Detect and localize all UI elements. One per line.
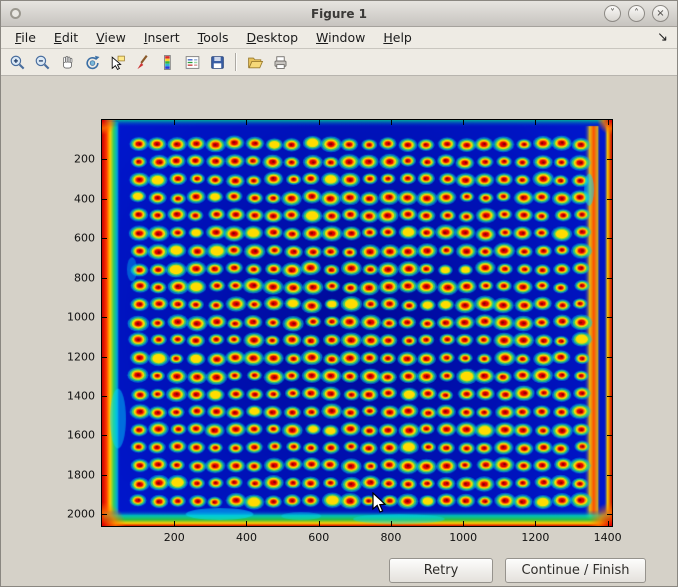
maximize-button[interactable]: ˄ [628, 5, 645, 22]
zoom-in-button[interactable] [5, 51, 29, 74]
x-tick-label: 600 [308, 531, 329, 544]
rotate-3d-icon [84, 54, 101, 71]
data-cursor-button[interactable] [105, 51, 129, 74]
x-tick-mark [174, 120, 175, 125]
figure-canvas-area: 200 400 600 800 1000 1200 1400 200 400 600 800 1000… [1, 77, 677, 586]
y-tick-mark [102, 199, 107, 200]
x-tick-mark [174, 521, 175, 526]
menu-file[interactable]: File [6, 28, 45, 47]
figure-window: Figure 1 ˅ ˄ × File Edit View Insert Too… [0, 0, 678, 587]
pan-hand-icon [59, 54, 76, 71]
x-tick-mark [319, 120, 320, 125]
window-menu-icon[interactable] [10, 8, 21, 19]
x-tick-mark [463, 521, 464, 526]
shade-button[interactable]: ˅ [604, 5, 621, 22]
x-tick-label: 800 [380, 531, 401, 544]
y-tick-mark [102, 514, 107, 515]
y-tick-label: 1600 [67, 429, 95, 442]
menu-desktop[interactable]: Desktop [237, 28, 307, 47]
x-tick-mark [319, 521, 320, 526]
brush-button[interactable] [130, 51, 154, 74]
y-tick-mark [607, 396, 612, 397]
insert-legend-button[interactable] [180, 51, 204, 74]
rotate-3d-button[interactable] [80, 51, 104, 74]
retry-button[interactable]: Retry [389, 558, 493, 583]
x-tick-mark [391, 120, 392, 125]
open-folder-icon [247, 54, 264, 71]
y-tick-label: 1200 [67, 350, 95, 363]
zoom-in-icon [9, 54, 26, 71]
print-figure-button[interactable] [268, 51, 292, 74]
continue-finish-button[interactable]: Continue / Finish [505, 558, 646, 583]
x-tick-mark [391, 521, 392, 526]
plot-axes[interactable]: 2004006008001000120014002004006008001000… [101, 119, 613, 527]
x-tick-mark [246, 120, 247, 125]
dock-arrow-icon[interactable]: ↘ [657, 30, 677, 45]
colorbar-icon [159, 54, 176, 71]
menu-insert[interactable]: Insert [135, 28, 189, 47]
window-title: Figure 1 [1, 7, 677, 21]
close-button[interactable]: × [652, 5, 669, 22]
y-tick-mark [607, 159, 612, 160]
x-tick-label: 1200 [521, 531, 549, 544]
titlebar[interactable]: Figure 1 ˅ ˄ × [1, 1, 677, 27]
x-tick-label: 400 [236, 531, 257, 544]
menu-window[interactable]: Window [307, 28, 374, 47]
microarray-image[interactable] [102, 120, 612, 526]
menu-help[interactable]: Help [374, 28, 421, 47]
y-tick-mark [607, 475, 612, 476]
x-tick-mark [463, 120, 464, 125]
y-tick-mark [607, 238, 612, 239]
y-tick-mark [102, 159, 107, 160]
y-tick-mark [102, 238, 107, 239]
y-tick-label: 600 [74, 232, 95, 245]
menu-view[interactable]: View [87, 28, 135, 47]
menubar: File Edit View Insert Tools Desktop Wind… [1, 27, 677, 49]
y-tick-mark [607, 514, 612, 515]
y-tick-mark [102, 278, 107, 279]
zoom-out-icon [34, 54, 51, 71]
y-tick-mark [102, 435, 107, 436]
insert-colorbar-button[interactable] [155, 51, 179, 74]
y-tick-mark [102, 475, 107, 476]
y-tick-mark [607, 199, 612, 200]
x-tick-label: 200 [164, 531, 185, 544]
data-cursor-icon [109, 54, 126, 71]
printer-icon [272, 54, 289, 71]
x-tick-mark [246, 521, 247, 526]
x-tick-mark [535, 120, 536, 125]
y-tick-mark [607, 435, 612, 436]
brush-icon [134, 54, 151, 71]
y-tick-mark [607, 317, 612, 318]
x-tick-mark [535, 521, 536, 526]
y-tick-label: 800 [74, 271, 95, 284]
x-tick-mark [608, 120, 609, 125]
menu-tools[interactable]: Tools [189, 28, 238, 47]
menu-edit[interactable]: Edit [45, 28, 87, 47]
y-tick-label: 400 [74, 192, 95, 205]
y-tick-label: 2000 [67, 508, 95, 521]
save-icon [209, 54, 226, 71]
open-file-button[interactable] [243, 51, 267, 74]
x-tick-label: 1000 [449, 531, 477, 544]
y-tick-label: 200 [74, 153, 95, 166]
y-tick-label: 1000 [67, 311, 95, 324]
y-tick-label: 1400 [67, 389, 95, 402]
y-tick-mark [102, 317, 107, 318]
zoom-out-button[interactable] [30, 51, 54, 74]
y-tick-mark [607, 278, 612, 279]
legend-icon [184, 54, 201, 71]
window-controls: ˅ ˄ × [597, 5, 677, 22]
y-tick-mark [607, 357, 612, 358]
pan-button[interactable] [55, 51, 79, 74]
x-tick-mark [608, 521, 609, 526]
toolbar-separator [235, 53, 237, 71]
y-tick-mark [102, 357, 107, 358]
save-figure-button[interactable] [205, 51, 229, 74]
figure-toolbar [1, 49, 677, 76]
y-tick-label: 1800 [67, 468, 95, 481]
y-tick-mark [102, 396, 107, 397]
x-tick-label: 1400 [594, 531, 622, 544]
